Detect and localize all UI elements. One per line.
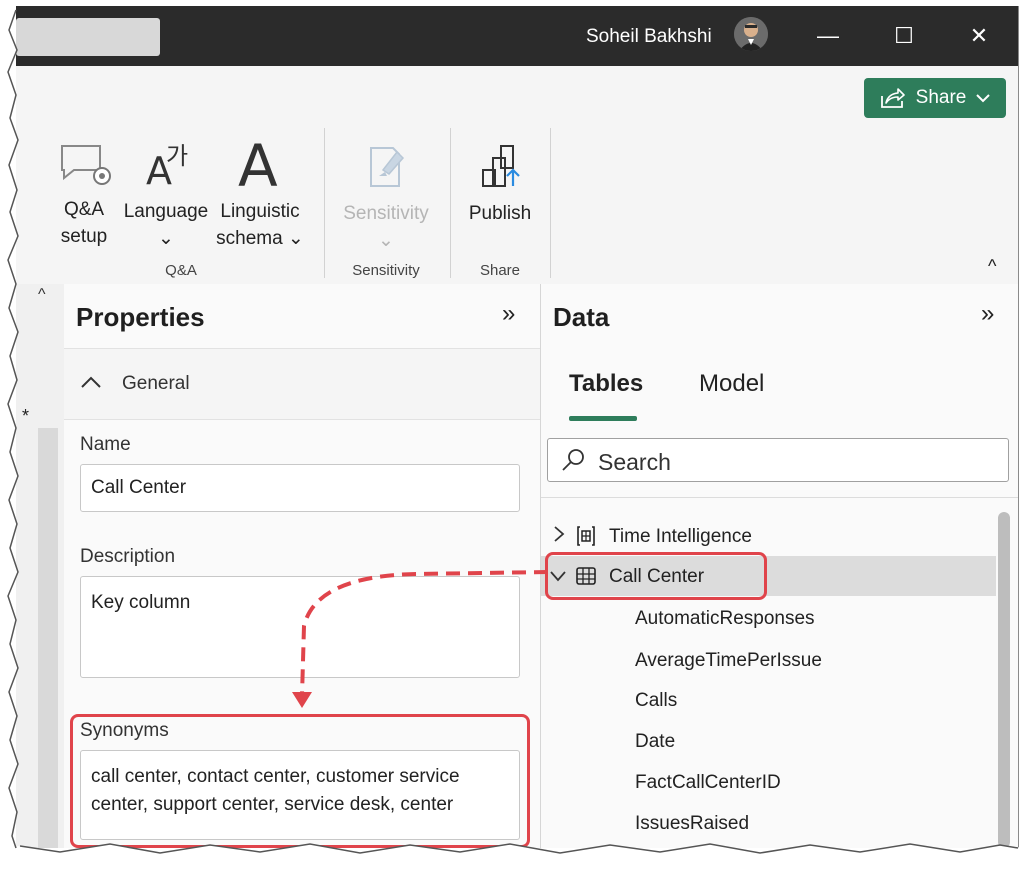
app-window: Soheil Bakhshi — ☐ ✕ Share Q&A setup A 가…: [16, 6, 1019, 848]
annotation-arrow: [292, 570, 549, 708]
arrow-head: [292, 692, 312, 708]
